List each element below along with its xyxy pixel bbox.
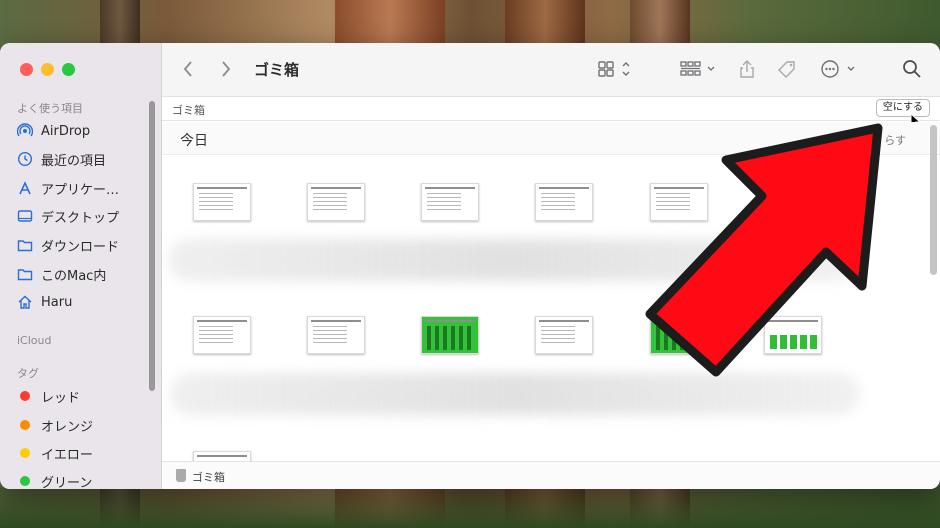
sidebar-tag-label: オレンジ [41,419,94,435]
sidebar-tag-label: イエロー [41,447,93,463]
sidebar-item-home[interactable]: Haru [17,292,72,312]
sidebar-item-label: AirDrop [41,123,91,139]
airdrop-icon [17,123,33,139]
home-icon [17,294,33,310]
group-icon[interactable] [680,59,718,82]
sidebar-item-recents[interactable]: 最近の項目 [17,149,106,169]
sidebar-section-favorites: よく使う項目 [17,102,83,115]
minimize-button[interactable] [41,63,54,76]
close-button[interactable] [20,63,33,76]
share-icon[interactable] [738,59,756,82]
file-thumbnail[interactable] [193,316,251,354]
sidebar-tag-label: グリーン [41,475,93,490]
path-bar: ゴミ箱 空にする [162,97,940,129]
sidebar: よく使う項目 AirDrop 最近の項目 アプリケー… デスクトップ ダウンロー… [0,43,162,489]
file-thumbnail[interactable] [193,183,251,221]
content-scrollbar[interactable] [930,125,937,275]
tag-color-dot [20,420,30,430]
grid-view-icon[interactable] [598,59,634,82]
sidebar-item-this-mac[interactable]: このMac内 [17,264,106,284]
section-more-link[interactable]: らす [884,132,906,148]
toolbar: ゴミ箱 [162,43,940,97]
more-icon[interactable] [820,59,858,82]
sidebar-tag-label: レッド [41,390,81,406]
zoom-button[interactable] [62,63,75,76]
sidebar-item-applications[interactable]: アプリケー… [17,178,119,198]
applications-icon [17,180,33,196]
status-bar: ゴミ箱 [162,461,940,489]
file-thumbnail[interactable] [421,183,479,221]
window-controls [20,63,75,76]
section-header: 今日 らす [162,122,940,155]
sidebar-item-desktop[interactable]: デスクトップ [17,206,119,226]
tag-icon[interactable] [776,59,798,82]
file-thumbnail[interactable] [650,316,708,354]
back-icon[interactable] [182,59,194,82]
tag-color-dot [20,391,30,401]
file-thumbnail[interactable] [307,183,365,221]
sidebar-item-label: アプリケー… [41,182,120,198]
sidebar-item-label: このMac内 [41,268,107,284]
status-label: ゴミ箱 [192,471,225,484]
blurred-filenames [168,239,858,281]
folder-icon [17,266,33,282]
file-thumbnail[interactable] [307,316,365,354]
sidebar-item-label: デスクトップ [41,210,120,226]
sidebar-section-icloud: iCloud [17,334,52,347]
desktop-icon [17,208,33,224]
sidebar-item-label: ダウンロード [41,239,120,255]
file-thumbnail[interactable] [650,183,708,221]
sidebar-tag-green[interactable]: グリーン [17,471,92,489]
search-icon[interactable] [902,59,922,82]
file-thumbnail[interactable] [764,183,822,221]
folder-icon [17,237,33,253]
sidebar-item-airdrop[interactable]: AirDrop [17,121,90,141]
sidebar-tag-yellow[interactable]: イエロー [17,443,93,463]
sidebar-scrollbar[interactable] [149,101,155,391]
blurred-filenames [170,373,860,415]
file-thumbnail[interactable] [535,183,593,221]
finder-window: よく使う項目 AirDrop 最近の項目 アプリケー… デスクトップ ダウンロー… [0,43,940,489]
foliage [0,488,940,528]
sidebar-item-label: Haru [41,294,73,310]
sidebar-tag-orange[interactable]: オレンジ [17,415,93,435]
file-thumbnail[interactable] [764,316,822,354]
sidebar-item-label: 最近の項目 [41,153,107,169]
tag-color-dot [20,448,30,458]
sidebar-section-tags: タグ [17,367,39,380]
clock-icon [17,151,33,167]
trash-icon [176,469,186,482]
path-label: ゴミ箱 [172,104,205,117]
forward-icon[interactable] [220,59,232,82]
tag-color-dot [20,476,30,486]
window-title: ゴミ箱 [254,61,300,79]
sidebar-item-downloads[interactable]: ダウンロード [17,235,119,255]
file-thumbnail[interactable] [421,316,479,354]
section-title: 今日 [180,133,208,149]
file-thumbnail[interactable] [535,316,593,354]
sidebar-tag-red[interactable]: レッド [17,386,80,406]
